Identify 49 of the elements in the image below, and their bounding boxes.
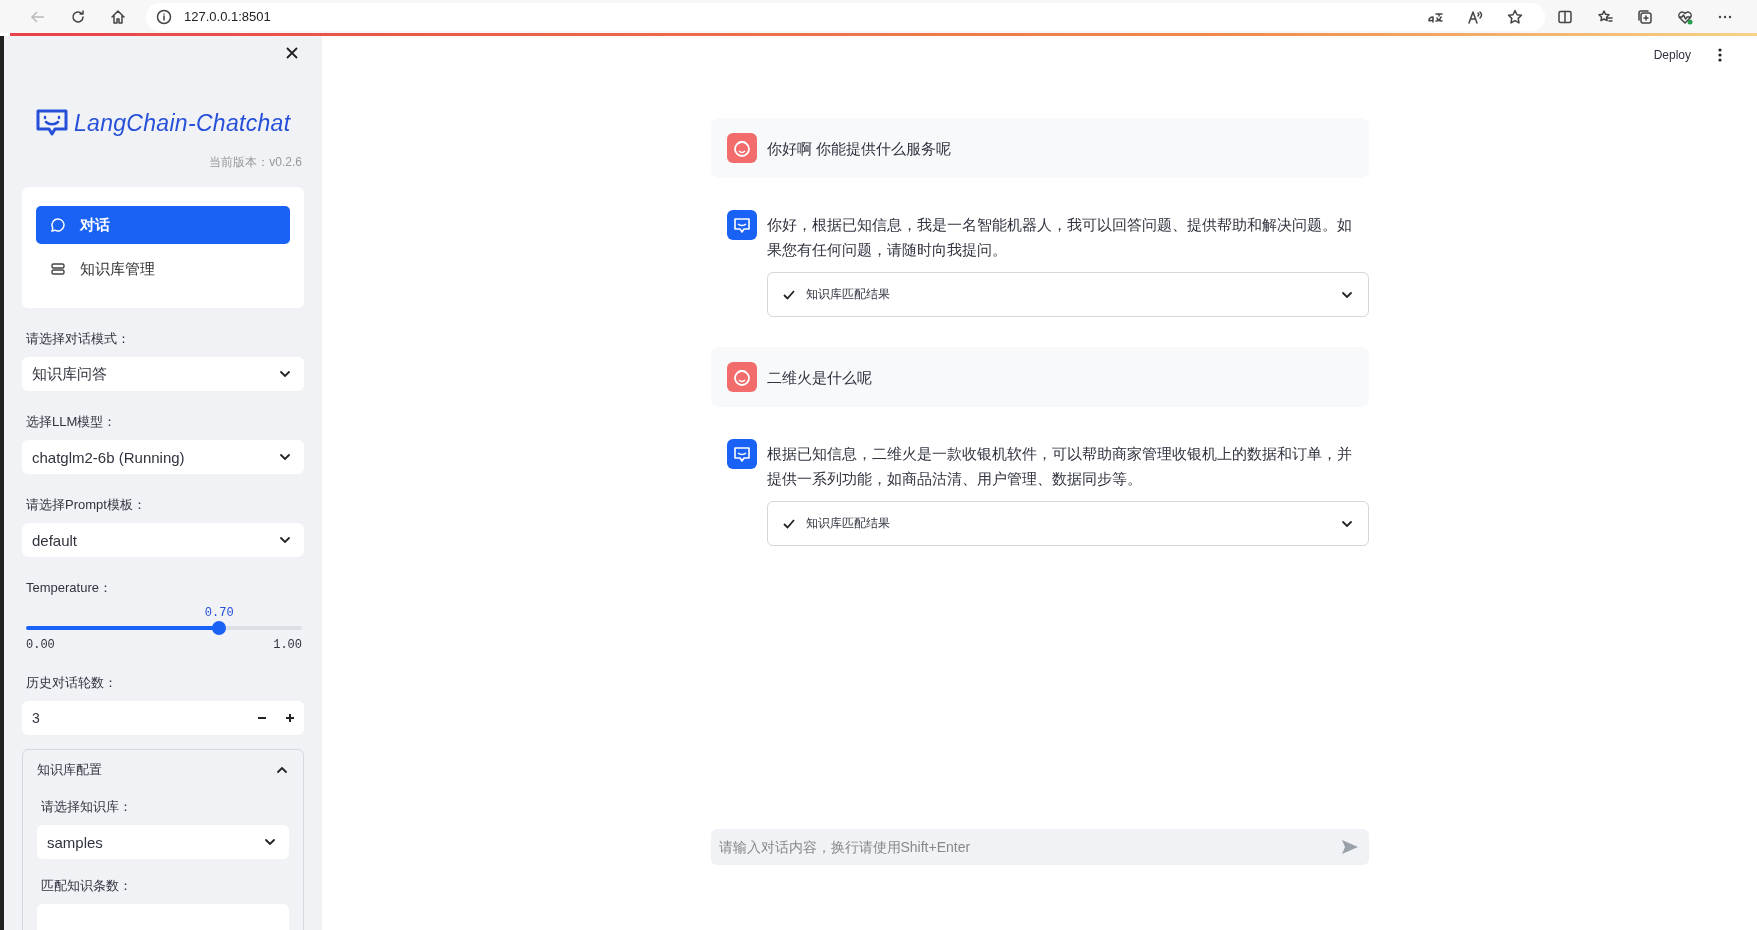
info-icon[interactable] [156, 8, 172, 25]
slider-max: 1.00 [273, 638, 302, 652]
field-label: 历史对话轮数： [26, 674, 118, 692]
message-text: 你好，根据已知信息，我是一名智能机器人，我可以回答问题、提供帮助和解决问题。如果您有任何问题，请随时向我提问。 [766, 215, 1353, 260]
split-screen-icon[interactable] [1557, 8, 1573, 25]
user-avatar-icon [726, 133, 757, 163]
field-label: 匹配知识条数： [41, 877, 133, 895]
reload-icon[interactable] [70, 8, 86, 25]
bot-avatar-icon [726, 210, 757, 240]
field-label: 选择LLM模型： [26, 413, 118, 431]
expander-header[interactable]: 知识库配置 [37, 750, 289, 790]
select-dropdown[interactable]: default [22, 523, 304, 557]
nav-item[interactable]: 知识库管理 [36, 250, 290, 288]
field-label: 请选择知识库： [41, 798, 133, 816]
select-dropdown[interactable]: chatglm2-6b (Running) [22, 440, 304, 474]
favorites-icon[interactable] [1597, 8, 1613, 25]
message-text: 二维火是什么呢 [766, 367, 873, 388]
read-aloud-icon[interactable] [1467, 8, 1483, 25]
field-label: 请选择对话模式： [26, 330, 131, 348]
nav-item[interactable]: 对话 [36, 206, 290, 244]
result-expander[interactable]: 知识库匹配结果 [766, 501, 1369, 546]
message-text: 根据已知信息，二维火是一款收银机软件，可以帮助商家管理收银机上的数据和订单，并提供一系列功能，如商品沽清、用户管理、数据同步等。 [766, 444, 1353, 489]
heart-pulse-icon[interactable] [1677, 8, 1693, 25]
slider-min: 0.00 [26, 638, 55, 652]
star-icon[interactable] [1507, 8, 1523, 25]
logo-icon [36, 108, 68, 138]
version-text: 当前版本：v0.2.6 [209, 154, 302, 171]
home-icon[interactable] [110, 8, 126, 25]
logo-text: LangChain-Chatchat [74, 109, 291, 137]
result-expander[interactable]: 知识库匹配结果 [766, 272, 1369, 317]
collections-icon[interactable] [1637, 8, 1653, 25]
chat-bubble-icon [50, 217, 66, 233]
address-bar-url[interactable]: 127.0.0.1:8501 [184, 9, 271, 24]
message-text: 你好啊 你能提供什么服务呢 [766, 138, 952, 159]
close-icon[interactable] [285, 46, 299, 60]
field-label: 请选择Prompt模板： [26, 496, 147, 514]
slider-thumb[interactable] [212, 621, 227, 635]
database-icon [50, 261, 66, 277]
more-vertical-icon[interactable] [1718, 48, 1722, 62]
number-input[interactable]: 3 [22, 701, 304, 735]
deploy-button[interactable]: Deploy [1651, 46, 1693, 64]
select-dropdown[interactable]: samples [37, 825, 289, 859]
field-label: Temperature： [26, 579, 113, 597]
user-avatar-icon [726, 362, 757, 392]
plus-icon[interactable] [285, 713, 295, 723]
select-dropdown[interactable]: 知识库问答 [22, 357, 304, 391]
chat-input[interactable]: 请输入对话内容，换行请使用Shift+Enter [710, 829, 1369, 865]
slider-value: 0.70 [204, 606, 234, 620]
bot-avatar-icon [726, 439, 757, 469]
